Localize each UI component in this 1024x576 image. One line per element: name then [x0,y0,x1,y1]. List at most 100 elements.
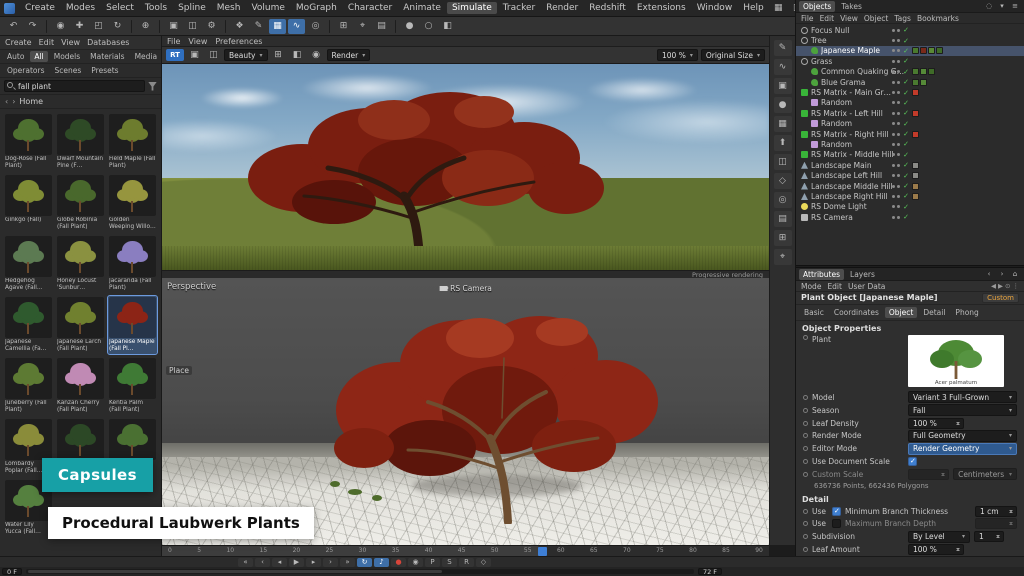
asset-menu-item[interactable]: Databases [87,38,129,47]
tag-swatch[interactable] [912,172,919,179]
separator[interactable] [159,20,160,33]
scale-unit-dropdown[interactable]: Centimeters [953,468,1017,480]
editor-visibility-dot[interactable] [892,91,895,94]
menu-item[interactable]: Redshift [584,2,631,14]
anim-dot[interactable] [803,335,808,340]
om-menu-item[interactable]: Object [864,14,888,23]
render-visibility-dot[interactable] [897,185,900,188]
custom-scale-field[interactable] [908,469,949,480]
asset-tab[interactable]: Media [131,51,162,62]
deformer-icon[interactable]: ◇ [774,173,792,189]
leaf-amount-field[interactable]: 100 % [908,544,964,555]
next-key-button[interactable]: › [323,558,338,567]
object-row[interactable]: Landscape Left Hill [796,170,1024,180]
om-filter-icon[interactable]: ▾ [996,1,1008,12]
attr-menu-icon[interactable]: ⋮ [1013,282,1020,290]
editor-visibility-dot[interactable] [892,70,895,73]
om-menu-item[interactable]: View [840,14,858,23]
tag-swatch[interactable] [920,68,927,75]
back-icon[interactable]: ‹ [5,97,8,106]
editor-visibility-dot[interactable] [892,164,895,167]
menu-item[interactable]: Tools [140,2,172,14]
extrude-icon[interactable]: ⬆ [774,135,792,151]
render-visibility-dot[interactable] [897,216,900,219]
plant-juneberry[interactable]: Juneberry (Fall Plant) [4,357,53,415]
menu-item[interactable]: Extensions [632,2,691,14]
object-row[interactable]: Grass [796,56,1024,66]
viewport-label[interactable]: Perspective [167,282,216,292]
asset-menu-item[interactable]: View [61,38,80,47]
custom-button[interactable]: Custom [982,293,1019,303]
plant-preview-thumbnail[interactable]: Acer palmatum [908,335,1004,387]
spline-tool-icon[interactable]: ∿ [774,59,792,75]
editor-visibility-dot[interactable] [892,29,895,32]
search-input[interactable] [4,80,145,92]
plant-globe-robinia[interactable]: Globe Robinia (Fall Plant) [56,174,105,232]
enable-check-icon[interactable] [902,160,910,170]
render-visibility-dot[interactable] [897,49,900,52]
sound-button[interactable]: ♪ [374,558,389,567]
prev-key-button[interactable]: ‹ [255,558,270,567]
render-visibility-dot[interactable] [897,60,900,63]
keyframe-parameter-button[interactable]: ◇ [476,558,491,567]
volume-icon[interactable]: ▤ [774,211,792,227]
editor-visibility-dot[interactable] [892,101,895,104]
render-visibility-dot[interactable] [897,39,900,42]
editor-visibility-dot[interactable] [892,195,895,198]
anim-dot[interactable] [803,395,808,400]
anim-dot[interactable] [803,433,808,438]
object-row[interactable]: Landscape Middle Hill [796,181,1024,191]
attr-next-icon[interactable]: ▶ [998,282,1003,290]
enable-check-icon[interactable] [902,36,910,46]
render-visibility-dot[interactable] [897,164,900,167]
lock-camera-icon[interactable]: ◉ [308,48,325,63]
snapshot-icon[interactable]: ▣ [186,48,203,63]
attribute-tab-chip[interactable]: Basic [800,307,828,318]
render-canvas[interactable] [162,64,769,270]
render-view-menu-item[interactable]: View [188,37,207,46]
app-logo-icon[interactable] [4,3,15,14]
enable-check-icon[interactable] [902,129,910,139]
om-menu-item[interactable]: Edit [820,14,835,23]
asset-subtab[interactable]: Scenes [50,65,85,76]
range-end-field[interactable]: 72 F [698,568,722,575]
plant-kanzan-cherry[interactable]: Kanzan Cherry (Fall Plant) [56,357,105,415]
asset-tab[interactable]: Auto [3,51,28,62]
editor-visibility-dot[interactable] [892,39,895,42]
scale-icon[interactable]: ◰ [90,19,107,34]
plant-ginkgo[interactable]: Ginkgo (Fall) [4,174,53,232]
menu-item[interactable]: Select [101,2,139,14]
spline-pen-icon[interactable]: ✎ [250,19,267,34]
anim-dot[interactable] [803,408,808,413]
object-row[interactable]: Focus Null [796,25,1024,35]
enable-check-icon[interactable] [902,77,910,87]
object-row[interactable]: Landscape Right Hill [796,191,1024,201]
simulation-icon[interactable]: ∿ [288,19,305,34]
render-visibility-dot[interactable] [897,112,900,115]
filter-icon[interactable] [148,82,157,91]
prev-frame-button[interactable]: ◂ [272,558,287,567]
render-visibility-dot[interactable] [897,195,900,198]
play-button[interactable]: ▶ [289,558,304,567]
enable-check-icon[interactable] [902,67,910,77]
object-row[interactable]: Tree [796,35,1024,45]
cube-primitive-icon[interactable]: ▣ [774,78,792,94]
loop-button[interactable]: ↻ [357,558,372,567]
goto-end-button[interactable]: » [340,558,355,567]
render-view-menu-item[interactable]: Preferences [215,37,262,46]
asset-tab[interactable]: All [30,51,47,62]
enable-check-icon[interactable] [902,46,910,56]
panel-tab[interactable]: Layers [846,269,879,280]
menu-item[interactable]: Animate [398,2,446,14]
live-selection-icon[interactable]: ◉ [52,19,69,34]
editor-visibility-dot[interactable] [892,216,895,219]
goto-start-button[interactable]: « [238,558,253,567]
viewport-canvas[interactable]: Perspective RS Camera Place [162,278,769,545]
asset-tab[interactable]: Models [50,51,84,62]
separator[interactable] [329,20,330,33]
asset-subtab[interactable]: Operators [3,65,48,76]
attr-lock-icon[interactable]: ⊙ [1005,282,1010,290]
tag-swatch[interactable] [912,68,919,75]
enable-check-icon[interactable] [902,202,910,212]
plant-japanese-larch[interactable]: Japanese Larch (Fall Plant) [56,296,105,354]
